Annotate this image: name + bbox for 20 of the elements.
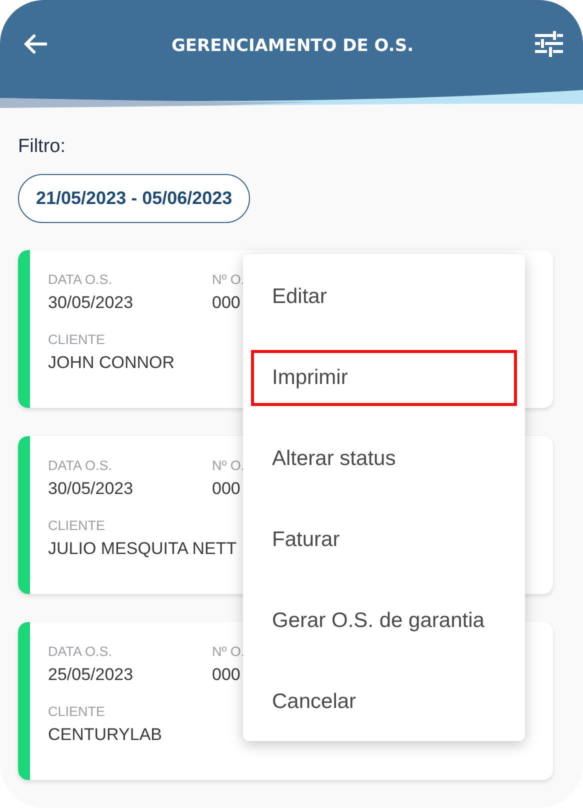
field-label: Nº O. [212, 457, 245, 475]
filter-label: Filtro: [18, 136, 66, 158]
order-number: 000 [212, 664, 240, 686]
field-label: DATA O.S. [48, 457, 114, 475]
order-date: 30/05/2023 [48, 292, 134, 314]
order-date: 25/05/2023 [48, 664, 134, 686]
field-label: Nº O. [212, 643, 245, 661]
field-label: DATA O.S. [48, 271, 114, 289]
order-number: 000 [212, 478, 240, 500]
client-name: JULIO MESQUITA NETT [48, 538, 237, 560]
order-number: 000 [212, 292, 240, 314]
field-label: CLIENTE [48, 703, 106, 721]
field-label: DATA O.S. [48, 643, 114, 661]
order-date: 30/05/2023 [48, 478, 134, 500]
field-label: CLIENTE [48, 517, 106, 535]
field-label: Nº O. [212, 271, 245, 289]
field-label: CLIENTE [48, 331, 106, 349]
client-name: CENTURYLAB [48, 724, 162, 746]
screen-title: GERENCIAMENTO DE O.S. [171, 36, 414, 56]
client-name: JOHN CONNOR [48, 352, 175, 374]
